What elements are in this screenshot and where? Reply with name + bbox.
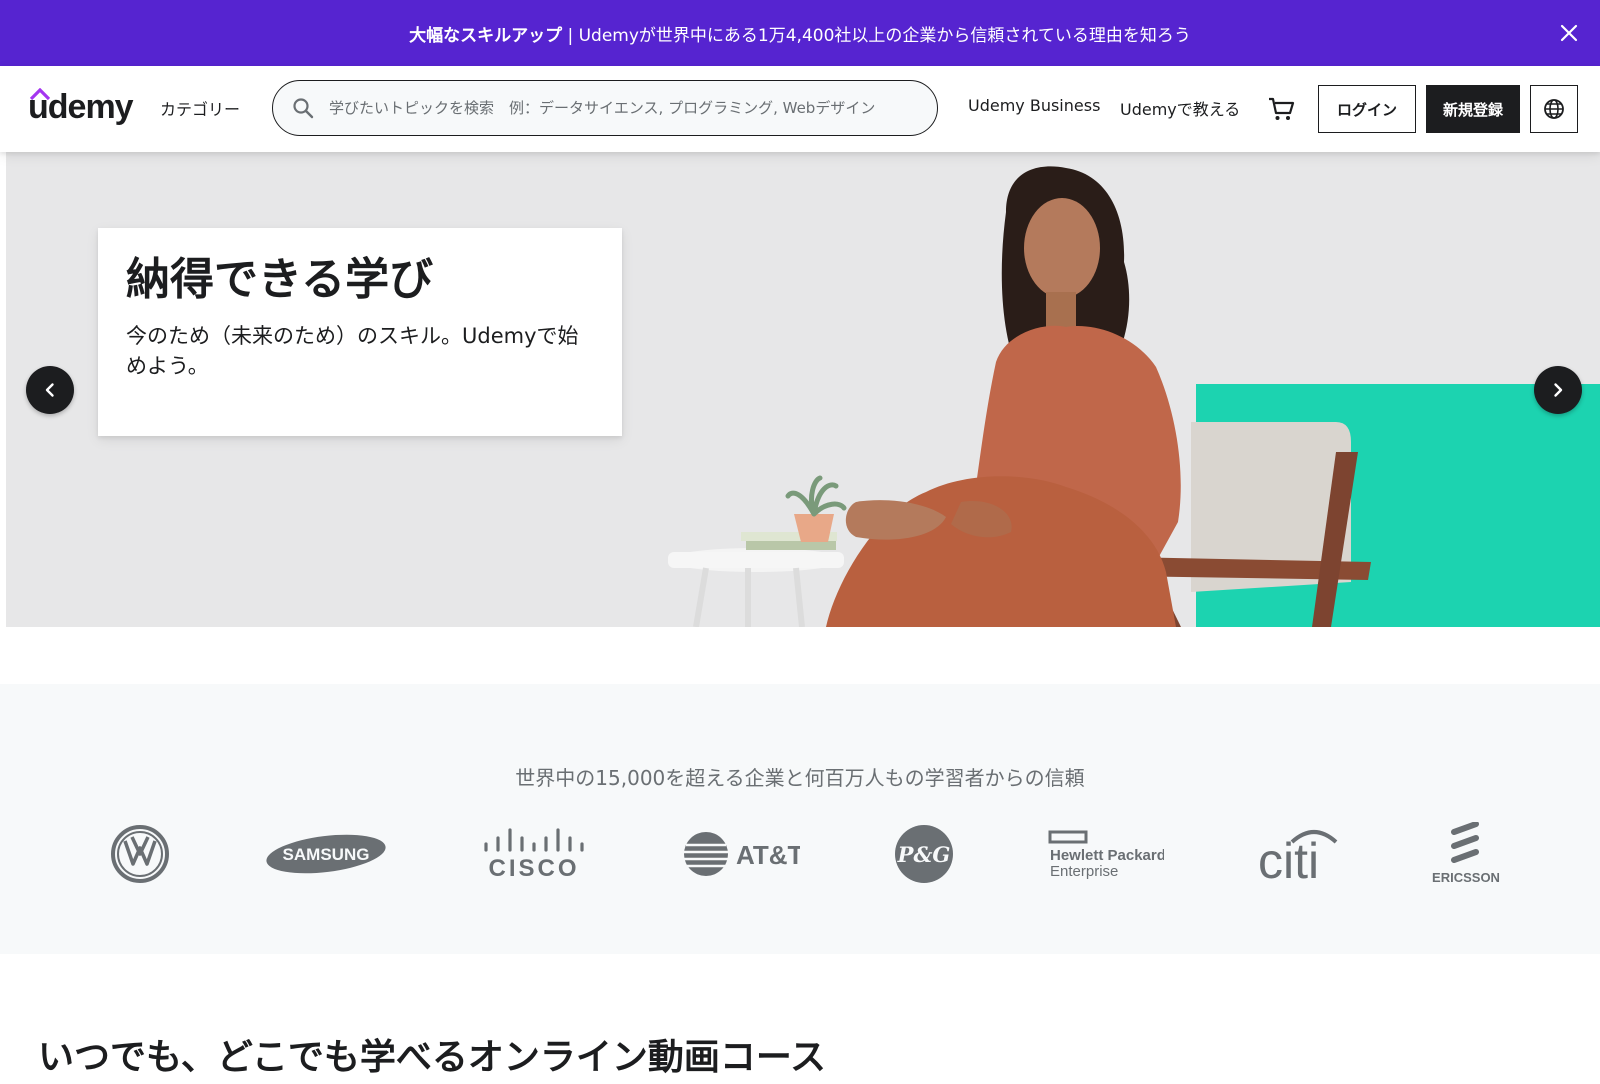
- ericsson-logo-text: ERICSSON: [1432, 870, 1500, 885]
- samsung-logo-text: SAMSUNG: [283, 845, 370, 864]
- search-input[interactable]: [329, 99, 909, 117]
- trusted-by-section: 世界中の15,000を超える企業と何百万人もの学習者からの信頼 SAMSUNG …: [0, 684, 1600, 954]
- close-icon: [1560, 24, 1578, 42]
- promo-banner-bold: 大幅なスキルアップ: [409, 25, 563, 46]
- udemy-business-link[interactable]: Udemy Business: [968, 96, 1100, 115]
- search-bar[interactable]: [272, 80, 938, 136]
- citi-logo: citi: [1256, 814, 1340, 894]
- samsung-logo: SAMSUNG: [264, 814, 388, 894]
- hpe-logo-line2: Enterprise: [1050, 863, 1118, 880]
- teach-on-udemy-link[interactable]: Udemyで教える: [1120, 96, 1240, 120]
- hpe-logo: Hewlett Packard Enterprise: [1048, 814, 1164, 894]
- hero-card: 納得できる学び 今のため（未来のため）のスキル。Udemyで始めよう。: [98, 228, 622, 436]
- hero-subtitle: 今のため（未来のため）のスキル。Udemyで始めよう。: [126, 323, 579, 379]
- promo-banner-message: | Udemyが世界中にある1万4,400社以上の企業から信頼されている理由を知…: [562, 25, 1191, 46]
- cisco-logo-text: CISCO: [488, 855, 579, 882]
- globe-icon: [1544, 99, 1564, 119]
- login-button[interactable]: ログイン: [1318, 85, 1416, 133]
- pg-logo: P&G: [894, 814, 954, 894]
- cart-icon[interactable]: [1266, 94, 1296, 124]
- cisco-logo: CISCO: [480, 814, 588, 894]
- carousel-prev-button[interactable]: [26, 366, 74, 414]
- signup-button[interactable]: 新規登録: [1426, 85, 1520, 133]
- citi-logo-text: citi: [1258, 833, 1319, 882]
- courses-section-title: いつでも、どこでも学べるオンライン動画コース: [38, 1036, 827, 1078]
- trusted-by-title: 世界中の15,000を超える企業と何百万人もの学習者からの信頼: [515, 766, 1085, 790]
- att-logo-text: AT&T: [736, 840, 800, 870]
- hpe-logo-line1: Hewlett Packard: [1050, 847, 1164, 864]
- pg-logo-text: P&G: [897, 842, 951, 867]
- close-banner-button[interactable]: [1554, 18, 1584, 48]
- carousel-next-button[interactable]: [1534, 366, 1582, 414]
- promo-banner-text[interactable]: 大幅なスキルアップ | Udemyが世界中にある1万4,400社以上の企業から信…: [409, 21, 1191, 46]
- volkswagen-logo: [108, 814, 172, 894]
- site-header: udemy カテゴリー Udemy Business Udemyで教える ログイ…: [0, 66, 1600, 152]
- promo-banner[interactable]: 大幅なスキルアップ | Udemyが世界中にある1万4,400社以上の企業から信…: [0, 0, 1600, 66]
- chevron-left-icon: [45, 383, 54, 397]
- language-button[interactable]: [1530, 85, 1578, 133]
- hero-carousel: 納得できる学び 今のため（未来のため）のスキル。Udemyで始めよう。: [6, 152, 1600, 627]
- att-logo: AT&T: [682, 814, 800, 894]
- search-icon[interactable]: [291, 96, 315, 120]
- ericsson-logo: ERICSSON: [1424, 814, 1508, 894]
- chevron-right-icon: [1554, 383, 1563, 397]
- categories-link[interactable]: カテゴリー: [160, 96, 240, 120]
- hero-title: 納得できる学び: [126, 254, 434, 305]
- udemy-logo[interactable]: udemy: [28, 86, 138, 132]
- logo-text: udemy: [28, 88, 134, 126]
